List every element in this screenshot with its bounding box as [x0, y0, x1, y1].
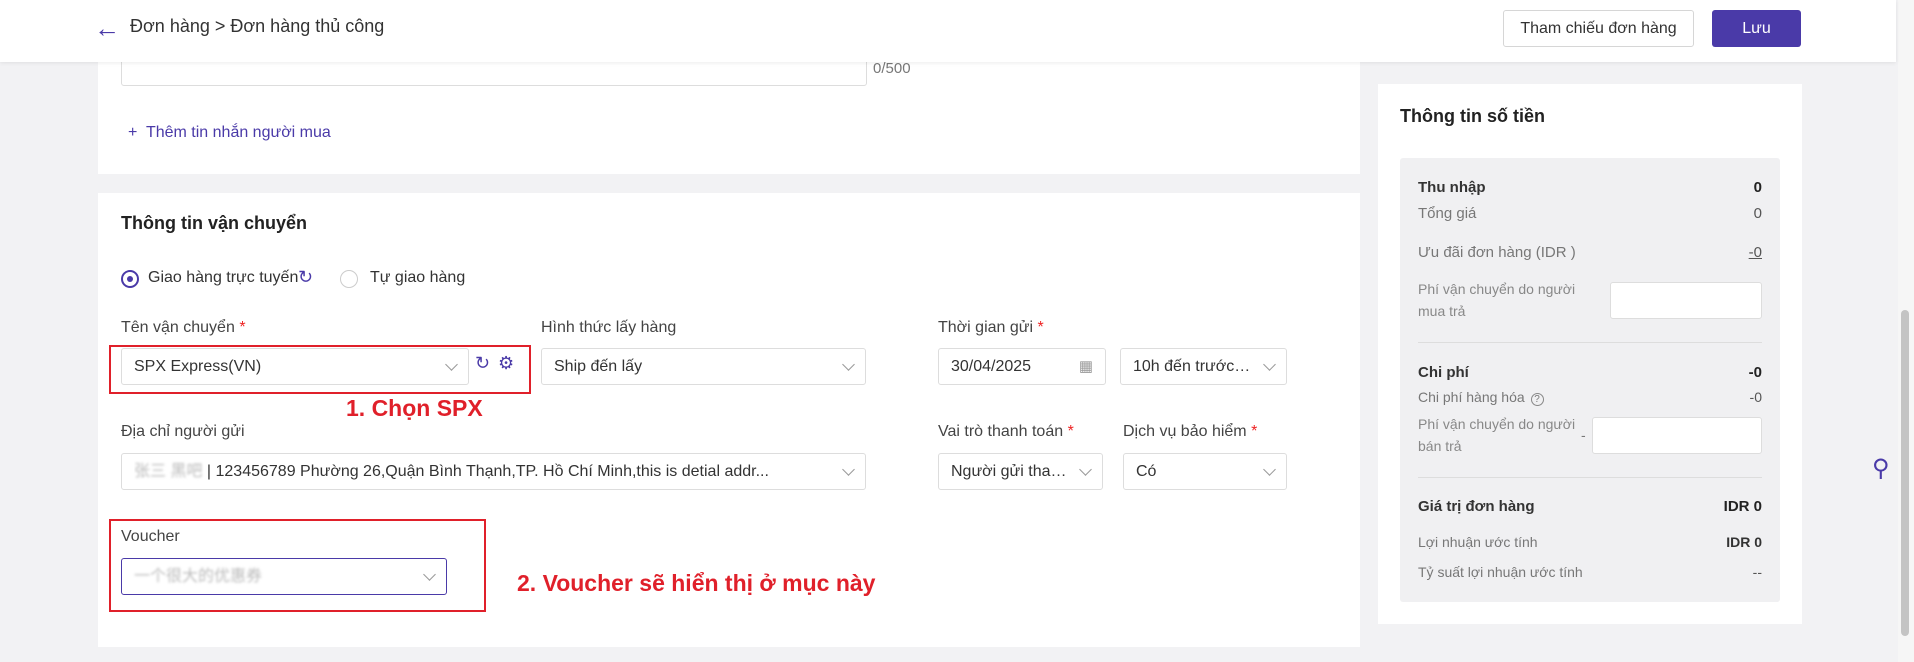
insurance-label: Dịch vụ bảo hiểm * [1123, 423, 1257, 441]
margin-row: Tỷ suất lợi nhuận ước tính -- [1418, 564, 1762, 580]
money-info-card: Thông tin số tiền Thu nhập 0 Tổng giá 0 … [1378, 84, 1802, 624]
annotation-step1: 1. Chọn SPX [346, 395, 483, 421]
top-header: ← Đơn hàng > Đơn hàng thủ công Tham chiế… [0, 0, 1896, 62]
add-buyer-message-label: Thêm tin nhắn người mua [145, 124, 331, 141]
divider [1418, 477, 1762, 478]
required-mark: * [239, 319, 246, 336]
seller-shipping-minus: - [1581, 427, 1586, 443]
annotation-box-carrier [109, 345, 531, 394]
buyer-shipping-fee-label: Phí vận chuyển do người mua trả [1418, 281, 1576, 319]
payment-role-select[interactable]: Người gửi than... [938, 453, 1103, 490]
cost-label: Chi phí [1418, 364, 1469, 381]
refresh-icon[interactable]: ↻ [298, 267, 313, 288]
income-value: 0 [1753, 179, 1762, 196]
send-slot-value: 10h đến trước 1... [1133, 358, 1261, 375]
discount-value-link[interactable]: -0 [1749, 244, 1762, 261]
required-mark: * [1067, 423, 1074, 440]
goods-cost-value: -0 [1749, 389, 1762, 405]
send-date-picker[interactable]: 30/04/2025 ▦ [938, 348, 1106, 385]
plus-icon: + [128, 124, 138, 141]
sender-address-label: Địa chỉ người gửi [121, 423, 245, 440]
order-value-row: Giá trị đơn hàng IDR 0 [1418, 498, 1762, 515]
seller-shipping-fee-label: Phí vận chuyển do người bán trả [1418, 416, 1576, 454]
margin-label: Tỷ suất lợi nhuận ước tính [1418, 564, 1583, 580]
required-mark: * [1251, 423, 1258, 440]
pickup-method-value: Ship đến lấy [554, 358, 643, 375]
profit-value: IDR 0 [1726, 534, 1762, 550]
sender-address-text: 张三 黑吧 | 123456789 Phường 26,Quận Bình Th… [134, 454, 865, 489]
order-reference-button[interactable]: Tham chiếu đơn hàng [1503, 10, 1694, 47]
char-counter: 0/500 [873, 60, 911, 77]
scrollbar-thumb[interactable] [1901, 310, 1909, 636]
profit-row: Lợi nhuận ước tính IDR 0 [1418, 534, 1762, 550]
discount-row: Ưu đãi đơn hàng (IDR ) -0 [1418, 244, 1762, 261]
carrier-label-text: Tên vận chuyển [121, 319, 235, 336]
divider [1418, 342, 1762, 343]
help-icon[interactable]: ? [1530, 393, 1544, 406]
pickup-method-label: Hình thức lấy hàng [541, 319, 677, 336]
online-delivery-label: Giao hàng trực tuyến [148, 269, 299, 286]
insurance-label-text: Dịch vụ bảo hiểm [1123, 423, 1247, 440]
payment-role-value: Người gửi than... [951, 463, 1073, 480]
pickup-method-select[interactable]: Ship đến lấy [541, 348, 866, 385]
shipping-info-card: Thông tin vận chuyển Giao hàng trực tuyế… [98, 193, 1360, 647]
income-label: Thu nhập [1418, 179, 1486, 196]
vertical-scrollbar[interactable] [1898, 0, 1914, 662]
payment-role-label: Vai trò thanh toán * [938, 423, 1074, 441]
send-time-label-text: Thời gian gửi [938, 319, 1034, 336]
carrier-label: Tên vận chuyển * [121, 319, 246, 337]
sender-name-blurred: 张三 黑吧 [134, 463, 203, 480]
total-label: Tổng giá [1418, 205, 1477, 222]
search-icon[interactable]: ⚲ [1872, 454, 1898, 482]
radio-online-delivery[interactable] [121, 270, 139, 288]
send-time-label: Thời gian gửi * [938, 319, 1044, 337]
money-section-title: Thông tin số tiền [1400, 106, 1545, 126]
annotation-box-voucher [109, 519, 486, 612]
payment-role-label-text: Vai trò thanh toán [938, 423, 1064, 440]
radio-self-delivery[interactable] [340, 270, 358, 288]
sender-address-value: | 123456789 Phường 26,Quận Bình Thạnh,TP… [206, 463, 769, 480]
sender-address-select[interactable]: 张三 黑吧 | 123456789 Phường 26,Quận Bình Th… [121, 453, 866, 490]
goods-cost-label: Chi phí hàng hóa [1418, 389, 1525, 405]
total-value: 0 [1753, 205, 1762, 222]
order-value-label: Giá trị đơn hàng [1418, 498, 1535, 515]
send-slot-select[interactable]: 10h đến trước 1... [1120, 348, 1287, 385]
breadcrumb: Đơn hàng > Đơn hàng thủ công [130, 16, 385, 36]
annotation-step2: 2. Voucher sẽ hiển thị ở mục này [517, 570, 876, 596]
total-row: Tổng giá 0 [1418, 205, 1762, 222]
order-value: IDR 0 [1723, 498, 1762, 515]
required-mark: * [1037, 319, 1044, 336]
goods-cost-row: Chi phí hàng hóa ? -0 [1418, 389, 1762, 406]
margin-value: -- [1752, 564, 1762, 580]
profit-label: Lợi nhuận ước tính [1418, 534, 1538, 550]
back-arrow-icon[interactable]: ← [94, 14, 122, 42]
buyer-shipping-fee-input[interactable] [1610, 282, 1762, 319]
insurance-select[interactable]: Có [1123, 453, 1287, 490]
cost-row: Chi phí -0 [1418, 364, 1762, 381]
save-button[interactable]: Lưu [1712, 10, 1801, 47]
self-delivery-label: Tự giao hàng [370, 269, 466, 286]
insurance-value: Có [1136, 463, 1157, 480]
cost-value: -0 [1748, 364, 1762, 381]
shipping-section-title: Thông tin vận chuyển [121, 213, 308, 233]
calendar-icon: ▦ [1078, 358, 1093, 375]
income-row: Thu nhập 0 [1418, 179, 1762, 196]
add-buyer-message-link[interactable]: + Thêm tin nhắn người mua [128, 124, 331, 142]
seller-shipping-fee-input[interactable] [1592, 417, 1762, 454]
discount-label: Ưu đãi đơn hàng (IDR ) [1418, 244, 1576, 261]
money-summary-panel: Thu nhập 0 Tổng giá 0 Ưu đãi đơn hàng (I… [1400, 158, 1780, 602]
